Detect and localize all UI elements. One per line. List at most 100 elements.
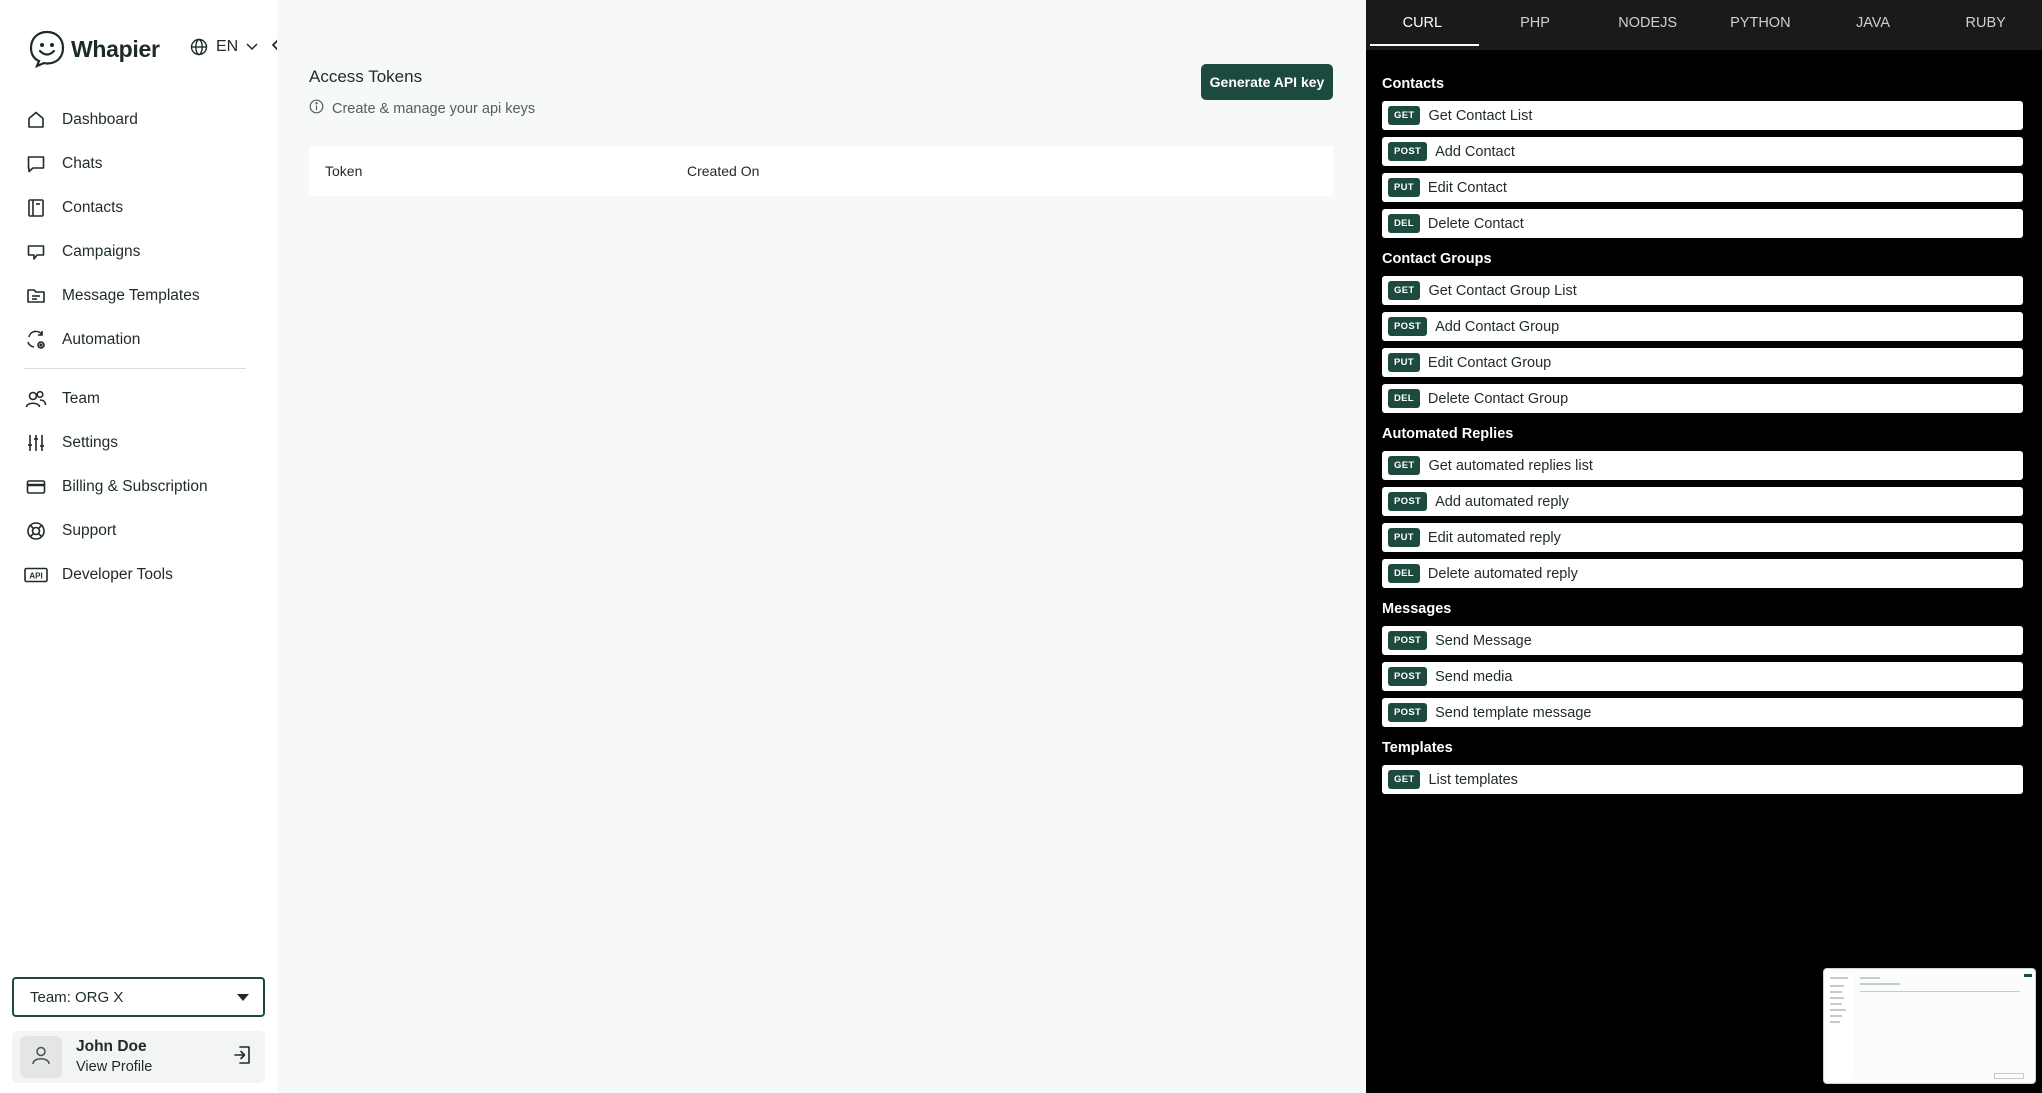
endpoint-item[interactable]: DEL Delete Contact Group (1382, 384, 2023, 413)
folder-template-icon (24, 284, 48, 308)
sidebar-item-billing[interactable]: Billing & Subscription (24, 465, 246, 509)
minimap-line (1830, 1021, 1840, 1023)
globe-icon (190, 38, 208, 56)
method-badge: GET (1388, 456, 1421, 475)
endpoint-item[interactable]: DEL Delete automated reply (1382, 559, 2023, 588)
endpoint-item[interactable]: POST Add Contact Group (1382, 312, 2023, 341)
megaphone-icon (24, 240, 48, 264)
tab-java[interactable]: JAVA (1817, 0, 1930, 46)
minimap-line (1860, 991, 2020, 992)
sidebar-item-contacts[interactable]: Contacts (24, 186, 246, 230)
endpoint-item[interactable]: POST Add Contact (1382, 137, 2023, 166)
sidebar-item-automation[interactable]: Automation (24, 318, 246, 362)
chevron-down-icon (246, 43, 258, 51)
page-minimap[interactable] (1823, 968, 2036, 1084)
endpoint-item[interactable]: POST Send media (1382, 662, 2023, 691)
minimap-line (1830, 1009, 1846, 1011)
tab-curl[interactable]: CURL (1366, 0, 1479, 46)
minimap-sidebar (1828, 973, 1854, 1079)
endpoint-group-contacts: Contacts GET Get Contact List POST Add Con… (1382, 74, 2023, 238)
endpoint-item[interactable]: GET List templates (1382, 765, 2023, 794)
generate-api-key-button[interactable]: Generate API key (1201, 64, 1333, 100)
minimap-line (1830, 997, 1844, 999)
endpoint-label: Add automated reply (1435, 493, 1569, 510)
view-profile-link[interactable]: View Profile (76, 1057, 227, 1078)
endpoint-group-contact-groups: Contact Groups GET Get Contact Group List… (1382, 249, 2023, 413)
endpoint-item[interactable]: GET Get Contact List (1382, 101, 2023, 130)
subtitle-text: Create & manage your api keys (332, 100, 536, 117)
endpoint-item[interactable]: PUT Edit Contact (1382, 173, 2023, 202)
avatar[interactable] (20, 1036, 62, 1078)
endpoint-label: Get automated replies list (1428, 457, 1593, 474)
sidebar-nav: Dashboard Chats Contacts Campaigns Messa… (24, 98, 246, 597)
sidebar: Whapier EN Dashboard Chats Contacts Camp… (0, 0, 286, 1093)
smiley-logo-icon (29, 30, 65, 68)
endpoint-item[interactable]: POST Send Message (1382, 626, 2023, 655)
minimap-line (1830, 991, 1842, 993)
minimap-viewport (1994, 1073, 2024, 1079)
minimap-line (1830, 985, 1844, 987)
method-badge: POST (1388, 703, 1428, 722)
endpoint-item[interactable]: POST Send template message (1382, 698, 2023, 727)
sliders-icon (24, 431, 48, 455)
logout-icon (232, 1045, 252, 1070)
endpoint-item[interactable]: PUT Edit automated reply (1382, 523, 2023, 552)
sidebar-item-developer-tools[interactable]: API Developer Tools (24, 553, 246, 597)
sidebar-item-message-templates[interactable]: Message Templates (24, 274, 246, 318)
team-select-value: Team: ORG X (30, 988, 124, 1006)
sidebar-item-label: Billing & Subscription (62, 478, 208, 495)
tab-python[interactable]: PYTHON (1704, 0, 1817, 46)
profile-card: John Doe View Profile (12, 1031, 265, 1083)
endpoint-label: Delete Contact (1427, 215, 1524, 232)
column-header-created-on[interactable]: Created On (687, 163, 759, 179)
minimap-line (1830, 1003, 1842, 1005)
method-badge: GET (1388, 770, 1421, 789)
endpoint-label: Send Message (1435, 632, 1532, 649)
minimap-line (1860, 983, 1900, 985)
method-badge: DEL (1388, 389, 1420, 408)
sidebar-item-label: Support (62, 522, 117, 539)
language-tabs: CURL PHP NODEJS PYTHON JAVA RUBY (1366, 0, 2042, 50)
endpoint-item[interactable]: POST Add automated reply (1382, 487, 2023, 516)
tab-nodejs[interactable]: NODEJS (1591, 0, 1704, 46)
endpoint-label: Add Contact (1435, 143, 1515, 160)
sidebar-item-label: Campaigns (62, 243, 141, 260)
user-icon (30, 1044, 52, 1071)
team-select[interactable]: Team: ORG X (12, 977, 265, 1017)
tokens-table-header: Token Created On (309, 146, 1333, 196)
endpoint-label: Get Contact Group List (1428, 282, 1577, 299)
endpoint-group-templates: Templates GET List templates (1382, 738, 2023, 794)
api-reference-panel: CURL PHP NODEJS PYTHON JAVA RUBY Contact… (1366, 0, 2042, 1093)
contacts-book-icon (24, 196, 48, 220)
lifebuoy-icon (24, 519, 48, 543)
endpoint-item[interactable]: PUT Edit Contact Group (1382, 348, 2023, 377)
method-badge: PUT (1388, 353, 1420, 372)
sidebar-item-campaigns[interactable]: Campaigns (24, 230, 246, 274)
endpoint-label: Edit Contact Group (1427, 354, 1552, 371)
endpoint-label: List templates (1428, 771, 1518, 788)
tab-php[interactable]: PHP (1479, 0, 1592, 46)
endpoint-group-messages: Messages POST Send Message POST Send media… (1382, 599, 2023, 727)
sidebar-item-chats[interactable]: Chats (24, 142, 246, 186)
endpoint-label: Get Contact List (1428, 107, 1533, 124)
endpoint-item[interactable]: GET Get Contact Group List (1382, 276, 2023, 305)
sidebar-item-team[interactable]: Team (24, 377, 246, 421)
sidebar-item-support[interactable]: Support (24, 509, 246, 553)
tab-ruby[interactable]: RUBY (1929, 0, 2042, 46)
home-icon (24, 108, 48, 132)
endpoint-group-automated-replies: Automated Replies GET Get automated repli… (1382, 424, 2023, 588)
sidebar-item-dashboard[interactable]: Dashboard (24, 98, 246, 142)
method-badge: POST (1388, 142, 1428, 161)
sidebar-item-settings[interactable]: Settings (24, 421, 246, 465)
language-selector[interactable]: EN (190, 38, 258, 56)
method-badge: POST (1388, 317, 1428, 336)
endpoint-item[interactable]: GET Get automated replies list (1382, 451, 2023, 480)
column-header-token[interactable]: Token (325, 163, 362, 179)
endpoint-item[interactable]: DEL Delete Contact (1382, 209, 2023, 238)
method-badge: POST (1388, 631, 1428, 650)
method-badge: POST (1388, 492, 1428, 511)
logout-button[interactable] (227, 1042, 257, 1072)
sidebar-item-label: Contacts (62, 199, 124, 216)
caret-down-icon (237, 993, 249, 1001)
brand[interactable]: Whapier (29, 30, 160, 68)
